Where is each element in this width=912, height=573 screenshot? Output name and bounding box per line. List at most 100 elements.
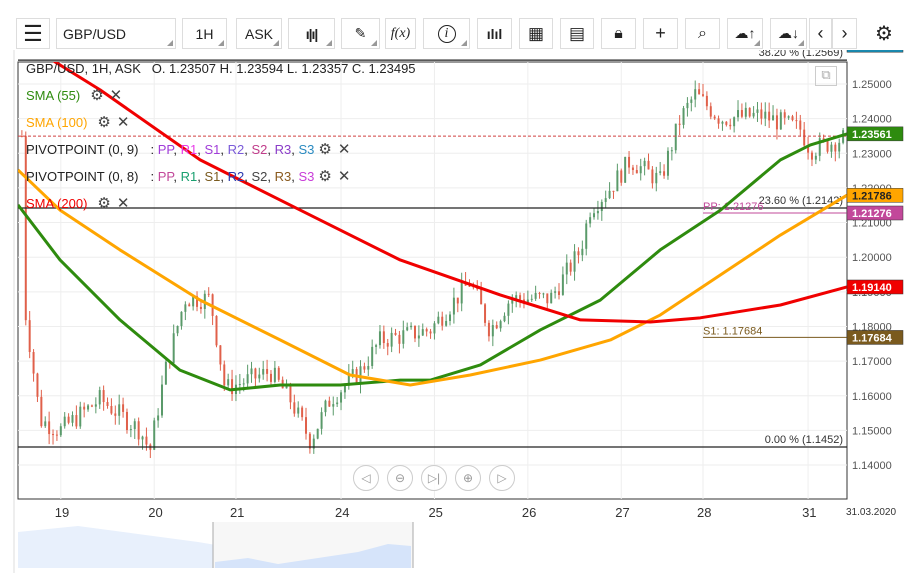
candle-body — [573, 251, 576, 272]
candle-body — [340, 392, 343, 403]
price-type-select[interactable]: ASK — [236, 18, 282, 49]
zoom-in-button[interactable]: ⊕ — [455, 465, 481, 491]
candle-body — [289, 384, 292, 403]
zoom-icon: ⌕ — [698, 24, 707, 42]
candle-body — [94, 404, 97, 407]
draw-button[interactable]: ✎ — [341, 18, 380, 49]
candle-body — [90, 405, 93, 407]
zoom-in-icon: ⊕ — [462, 471, 474, 485]
sma200-label: SMA (200) — [26, 195, 88, 211]
candle-body — [273, 367, 276, 382]
candle-body — [375, 345, 378, 347]
gear-icon[interactable]: ⚙ — [97, 194, 110, 212]
candle-body — [651, 169, 654, 184]
candle-body — [102, 390, 105, 403]
gear-icon[interactable]: ⚙ — [90, 86, 103, 104]
pivot-item-s3: S3 — [298, 141, 315, 157]
x-tick-label: 28 — [696, 505, 712, 520]
close-icon[interactable]: ✕ — [338, 140, 351, 158]
candle-body — [36, 373, 39, 397]
candle-body — [219, 345, 222, 365]
symbol-select[interactable]: GBP/USD — [56, 18, 176, 49]
close-icon[interactable]: ✕ — [117, 113, 130, 131]
price-chart[interactable]: 1.250001.240001.230001.220001.210001.200… — [0, 50, 912, 573]
report-button[interactable]: ▤ — [560, 18, 594, 49]
scroll-right-button[interactable]: › — [832, 18, 857, 49]
candle-body — [429, 331, 432, 334]
price-tag-text: 1.17684 — [852, 332, 893, 344]
candle-body — [242, 383, 245, 385]
zoom-out-button[interactable]: ⊖ — [387, 465, 413, 491]
pan-left-button[interactable]: ◁ — [353, 465, 379, 491]
candle-body — [437, 316, 440, 324]
ohlc-text: GBP/USD, 1H, ASK O. 1.23507 H. 1.23594 L… — [26, 61, 416, 76]
candle-body — [830, 144, 833, 152]
candle-body — [643, 160, 646, 167]
candle-body — [301, 407, 304, 418]
candle-body — [674, 123, 677, 151]
candle-body — [141, 436, 144, 440]
pivot-item-s1: S1 — [204, 168, 221, 184]
candle-body — [709, 106, 712, 117]
gear-icon[interactable]: ⚙ — [318, 140, 331, 158]
candle — [215, 315, 218, 348]
candle-body — [223, 364, 226, 386]
candle-body — [410, 325, 413, 328]
candle-body — [628, 156, 631, 168]
calendar-button[interactable]: ▦ — [519, 18, 553, 49]
scroll-left-button[interactable]: ‹ — [809, 18, 832, 49]
candle-body — [713, 116, 716, 119]
candle-body — [546, 293, 549, 304]
pivot-item-s1: S1 — [204, 141, 221, 157]
info-button[interactable]: i — [423, 18, 470, 49]
candle-body — [308, 433, 311, 449]
chevron-left-icon: ‹ — [817, 23, 824, 43]
candle-body — [593, 213, 596, 218]
price-tag: 1.17684 — [846, 330, 904, 345]
popout-button[interactable]: ⧉ — [815, 66, 837, 86]
zoom-button[interactable]: ⌕ — [685, 18, 720, 49]
indicators-button[interactable]: f(x) — [385, 18, 416, 49]
close-icon[interactable]: ✕ — [338, 167, 351, 185]
candle — [484, 303, 487, 327]
close-icon[interactable]: ✕ — [110, 86, 123, 104]
candle-body — [686, 102, 689, 109]
candle-body — [293, 402, 296, 414]
candle-body — [775, 115, 778, 130]
chevron-right-icon: › — [841, 23, 848, 43]
candle-body — [639, 166, 642, 174]
gear-icon[interactable]: ⚙ — [318, 167, 331, 185]
upload-button[interactable]: ☁↑ — [727, 18, 763, 49]
timeframe-select[interactable]: 1H — [182, 18, 227, 49]
navigator[interactable] — [18, 522, 848, 568]
lock-button[interactable]: 🔒︎ — [601, 18, 636, 49]
candle-body — [608, 190, 611, 199]
crosshair-button[interactable]: + — [643, 18, 678, 49]
volume-button[interactable]: ılıl — [477, 18, 512, 49]
candle-body — [810, 152, 813, 160]
close-icon[interactable]: ✕ — [117, 194, 130, 212]
x-tick-label: 25 — [428, 505, 443, 520]
go-to-end-button[interactable]: ▷| — [421, 465, 447, 491]
candle-body — [779, 112, 782, 130]
candlestick-icon: ı|ı| — [305, 25, 319, 42]
gear-icon[interactable]: ⚙ — [97, 113, 110, 131]
download-button[interactable]: ☁↓ — [770, 18, 807, 49]
candle-body — [343, 385, 346, 393]
crosshair-icon: + — [655, 23, 666, 43]
candle — [24, 131, 27, 326]
candle — [164, 360, 167, 385]
candle-body — [277, 367, 280, 380]
price-tag-text: 1.23561 — [852, 129, 892, 141]
menu-button[interactable]: ☰ — [16, 18, 50, 49]
candle-body — [814, 155, 817, 160]
pan-right-button[interactable]: ▷ — [489, 465, 515, 491]
y-tick-label: 1.17000 — [852, 356, 892, 368]
candle-body — [215, 315, 218, 346]
gear-icon: ⚙ — [875, 23, 893, 45]
settings-button[interactable]: ⚙ — [868, 18, 900, 49]
y-tick-label: 1.23000 — [852, 148, 892, 160]
candle-body — [351, 369, 354, 374]
candle-body — [838, 142, 841, 152]
chart-type-button[interactable]: ı|ı| — [288, 18, 335, 49]
